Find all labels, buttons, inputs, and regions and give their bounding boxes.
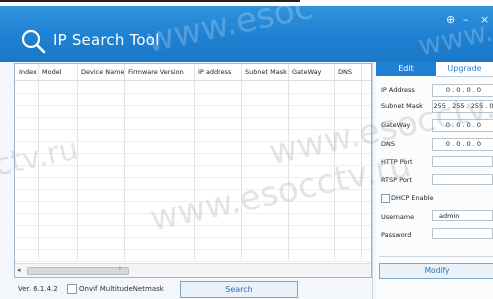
username-field[interactable]: admin: [432, 210, 493, 221]
horizontal-scrollbar[interactable]: ◂ ⁞: [15, 263, 371, 277]
username-label: Username: [381, 213, 415, 221]
app-title: IP Search Tool: [53, 31, 160, 49]
gateway-label: GateWay: [381, 121, 411, 129]
column-header-firmware-version[interactable]: Firmware Version: [128, 68, 184, 76]
device-table[interactable]: Index Model Device Name Firmware Version…: [14, 63, 372, 278]
close-button[interactable]: ×: [480, 14, 489, 26]
rtsp-port-field[interactable]: [432, 174, 493, 185]
onvif-multitude-netmask-checkbox[interactable]: [67, 284, 77, 294]
table-row: [15, 237, 371, 238]
modify-button[interactable]: Modify: [379, 263, 493, 279]
search-button[interactable]: Search: [180, 281, 298, 298]
gateway-field[interactable]: 0 . 0 . 0 . 0: [432, 119, 493, 132]
dhcp-enable-checkbox[interactable]: [381, 194, 390, 203]
ip-address-label: IP Address: [381, 86, 415, 94]
settings-icon[interactable]: ⊕: [446, 14, 455, 26]
table-row: [15, 129, 371, 130]
column-header-dns[interactable]: DNS: [338, 68, 352, 76]
device-settings-panel: Edit Upgrade IP Address 0 . 0 . 0 . 0 Su…: [376, 62, 493, 299]
version-label: Ver. 6.1.4.2: [18, 285, 58, 293]
scrollbar-thumb[interactable]: [27, 267, 129, 275]
dns-field[interactable]: 0 . 0 . 0 . 0: [432, 138, 493, 151]
subnet-mask-label: Subnet Mask: [381, 102, 423, 110]
column-header-ip-address[interactable]: IP address: [198, 68, 231, 76]
table-header: Index Model Device Name Firmware Version…: [15, 64, 371, 81]
table-row: [15, 189, 371, 190]
password-label: Password: [381, 231, 412, 239]
subnet-mask-field[interactable]: 255 . 255 . 255 . 0: [432, 100, 493, 113]
http-port-label: HTTP Port: [381, 158, 413, 166]
ip-address-field[interactable]: 0 . 0 . 0 . 0: [432, 84, 493, 97]
top-strip-bar: [0, 0, 300, 2]
column-header-device-name[interactable]: Device Name: [81, 68, 124, 76]
password-field[interactable]: [432, 228, 493, 239]
search-icon: [21, 29, 46, 54]
scroll-left-icon[interactable]: ◂: [17, 266, 21, 274]
panel-separator: [379, 256, 493, 257]
table-row: [15, 201, 371, 202]
table-row: [15, 93, 371, 94]
table-row: [15, 249, 371, 250]
rtsp-port-label: RTSP Port: [381, 176, 413, 184]
table-row: [15, 153, 371, 154]
table-row: [15, 117, 371, 118]
table-row: [15, 261, 371, 262]
title-bar: IP Search Tool ⊕ – ×: [0, 6, 493, 62]
tab-upgrade[interactable]: Upgrade: [436, 62, 493, 77]
dhcp-enable-label: DHCP Enable: [391, 194, 434, 202]
panel-divider: [372, 62, 373, 299]
table-row: [15, 105, 371, 106]
tab-edit[interactable]: Edit: [376, 62, 436, 76]
table-row: [15, 165, 371, 166]
table-row: [15, 225, 371, 226]
column-header-gateway[interactable]: GateWay: [292, 68, 321, 76]
dns-label: DNS: [381, 140, 395, 148]
minimize-button[interactable]: –: [463, 14, 469, 26]
column-header-subnet-mask[interactable]: Subnet Mask: [245, 68, 287, 76]
table-row: [15, 177, 371, 178]
column-header-model[interactable]: Model: [42, 68, 62, 76]
onvif-multitude-netmask-label: Onvif MultitudeNetmask: [79, 285, 164, 293]
table-row: [15, 213, 371, 214]
table-row: [15, 141, 371, 142]
column-header-index[interactable]: Index: [19, 68, 37, 76]
http-port-field[interactable]: [432, 156, 493, 167]
scroll-grip-icon: ⁞: [119, 265, 121, 272]
